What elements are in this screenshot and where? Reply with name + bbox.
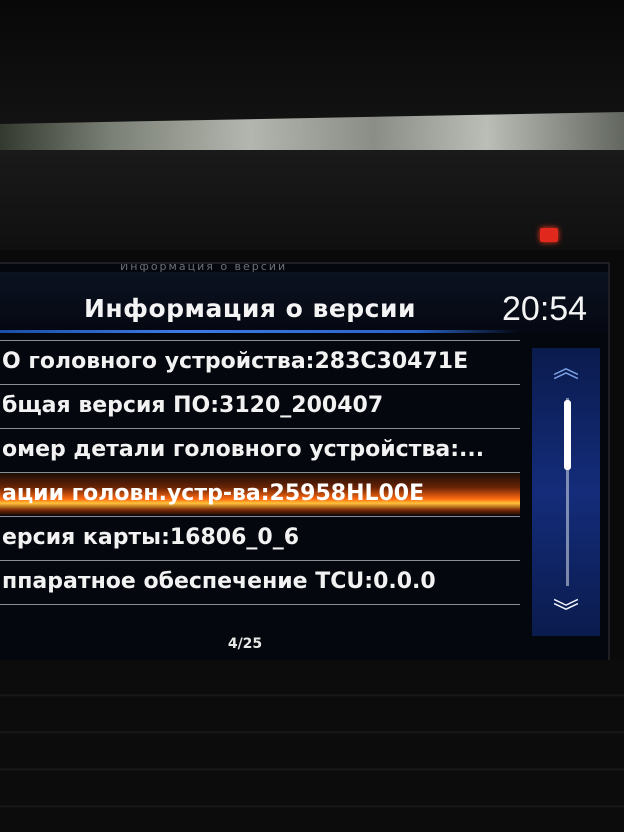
row-separator [0,604,520,605]
scrollbar[interactable]: ︽ ︾ [532,348,600,636]
double-chevron-down-icon[interactable]: ︾ [550,598,582,628]
double-chevron-up-icon[interactable]: ︽ [550,354,582,384]
screen-bezel [0,150,624,250]
dashboard-bottom [0,660,624,832]
list-item-selected[interactable]: ации головн.устр-ва:25958HL00E [0,473,520,515]
page-indicator: 4/25 [227,636,263,652]
scroll-thumb[interactable] [564,400,571,470]
indicator-led [540,228,558,242]
version-info-list: О головного устройства:283C30471E бщая в… [0,340,520,630]
list-item[interactable]: О головного устройства:283C30471E [0,341,520,383]
list-item[interactable]: ппаратное обеспечение TCU:0.0.0 [0,561,520,603]
header-bar: Информация о версии 20:54 [0,272,608,332]
list-item[interactable]: бщая версия ПО:3120_200407 [0,385,520,427]
clock: 20:54 [502,290,588,328]
page-title: Информация о версии [83,294,417,323]
header-underline [0,330,520,333]
infotainment-screen: Информация о версии Информация о версии … [0,262,610,662]
list-item[interactable]: омер детали головного устройства:... [0,429,520,471]
list-item[interactable]: ерсия карты:16806_0_6 [0,517,520,559]
